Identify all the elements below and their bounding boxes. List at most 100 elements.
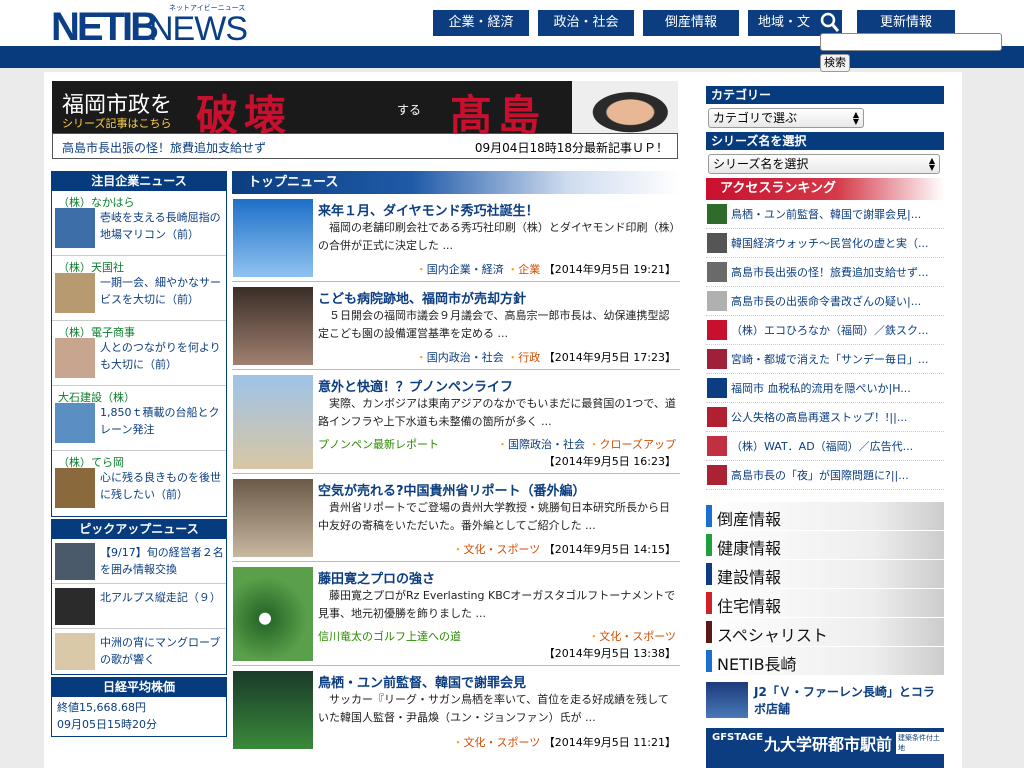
ranking-thumb [707,407,727,427]
ranking-text[interactable]: 福岡市 血税私的流用を隠ぺいか|H... [731,380,911,396]
nikkei-close: 終値15,668.68円 [57,701,146,714]
article-subcategory[interactable]: クローズアップ [600,438,676,451]
nav-region[interactable]: 地域・文 [748,10,820,36]
ranking-text[interactable]: 韓国経済ウォッチ～民営化の虚と実（... [731,235,929,251]
category-select[interactable]: カテゴリで選ぶ ▲ ▼ [708,108,864,128]
company-item[interactable]: （株）なかはら 壱岐を支える長崎屈指の地場マリコン（前） [52,191,226,256]
ranking-list: 鳥栖・ユン前監督、韓国で謝罪会見|... 韓国経済ウォッチ～民営化の虚と実（..… [706,200,944,490]
article-subcategory[interactable]: 行政 [518,351,540,364]
company-text[interactable]: 人とのつながりを何よりも大切に（前） [100,339,224,373]
ranking-thumb [707,349,727,369]
ranking-text[interactable]: 高島市長の出張命令書改ざんの疑い|... [731,293,921,309]
category-link-housing[interactable]: 住宅情報 [706,589,944,618]
pickup-text[interactable]: 【9/17】旬の経営者２名を囲み情報交換 [100,544,224,578]
ranking-item[interactable]: 福岡市 血税私的流用を隠ぺいか|H... [706,374,944,403]
ranking-item[interactable]: 公人失格の高島再選ストップ！!||... [706,403,944,432]
article-thumb[interactable] [233,375,313,469]
ranking-text[interactable]: （株）WAT．AD（福岡）／広告代... [731,438,913,454]
ranking-text[interactable]: 宮崎・都城で消えた「サンデー毎日」... [731,351,929,367]
banner-sub-link[interactable]: 高島市長出張の怪！旅費追加支給せず [62,139,266,156]
category-bar [706,505,712,527]
category-link-nagasaki[interactable]: NETIB長崎 [706,647,944,676]
search-input[interactable] [820,33,1002,51]
ranking-text[interactable]: 高島市長の「夜」が国際問題に?||... [731,467,909,483]
company-text[interactable]: 壱岐を支える長崎屈指の地場マリコン（前） [100,209,224,243]
banner-line2: シリーズ記事はこちら [62,117,172,130]
article-category[interactable]: 国内政治・社会 [427,351,504,364]
ranking-text[interactable]: （株）エコひろなか（福岡）／鉄スク... [731,322,929,338]
article-thumb[interactable] [233,199,313,277]
company-text[interactable]: 心に残る良きものを後世に残したい（前） [100,469,224,503]
article-title[interactable]: 藤田寛之プロの強さ [318,568,435,587]
article-title[interactable]: 意外と快適！？プノンペンライフ [318,376,513,395]
article-series[interactable]: プノンペン最新レポート [318,436,439,452]
gf-stage-ad[interactable]: GFSTAGE 九大学研都市駅前 建築条件付土地 [706,728,944,768]
series-select[interactable]: シリーズ名を選択 ▲ ▼ [708,154,940,174]
company-thumb [55,338,95,378]
article-thumb[interactable] [233,479,313,557]
article-subcategory[interactable]: 文化・スポーツ [464,736,541,749]
ranking-title: アクセスランキング [706,178,944,200]
article-subcategory[interactable]: 企業 [518,263,540,276]
article-date: 【2014年9月5日 16:23】 [543,455,676,468]
feature-banner[interactable]: 福岡市政を シリーズ記事はこちら 破壊 する 髙島 [52,81,678,133]
article-meta: ・文化・スポーツ 【2014年9月5日 11:21】 [452,736,676,749]
article-thumb[interactable] [233,671,313,749]
article-thumb[interactable] [233,567,313,661]
pickup-item[interactable]: 中洲の宵にマングローブの歌が響く [52,629,226,674]
company-item[interactable]: （株）天国社 一期一会、細やかなサービスを大切に（前） [52,256,226,321]
company-item[interactable]: （株）てら岡 心に残る良きものを後世に残したい（前） [52,451,226,516]
ranking-text[interactable]: 高島市長出張の怪！旅費追加支給せず... [731,264,929,280]
category-link-specialist[interactable]: スペシャリスト [706,618,944,647]
ranking-thumb [707,262,727,282]
pickup-title: ピックアップニュース [51,519,227,539]
article-body: 福岡の老舗印刷会社である秀巧社印刷（株）とダイヤモンド印刷（株）の合併が正式に決… [318,221,676,252]
pickup-thumb [55,543,95,580]
category-link-bankruptcy[interactable]: 倒産情報 [706,502,944,531]
nikkei-box: 終値15,668.68円 09月05日15時20分 [51,697,227,737]
banner-subline: 高島市長出張の怪！旅費追加支給せず 09月04日18時18分最新記事ＵＰ！ [52,133,678,159]
news-article: こども病院跡地、福岡市が売却方針 ５日開会の福岡市議会９月議会で、高島宗一郎市長… [232,282,680,370]
company-text[interactable]: 1,850ｔ積載の台船とクレーン発注 [100,404,224,438]
ranking-item[interactable]: 高島市長の出張命令書改ざんの疑い|... [706,287,944,316]
nav-business[interactable]: 企業・経済 [433,10,529,36]
ranking-item[interactable]: 韓国経済ウォッチ～民営化の虚と実（... [706,229,944,258]
category-bar [706,563,712,585]
pickup-text[interactable]: 中洲の宵にマングローブの歌が響く [100,634,224,668]
article-title[interactable]: こども病院跡地、福岡市が売却方針 [318,288,526,307]
company-item[interactable]: （株）電子商事 人とのつながりを何よりも大切に（前） [52,321,226,386]
nav-bankruptcy[interactable]: 倒産情報 [643,10,739,36]
ranking-text[interactable]: 鳥栖・ユン前監督、韓国で謝罪会見|... [731,206,921,222]
pickup-text[interactable]: 北アルプス縦走記（９） [100,589,224,606]
category-link-construction[interactable]: 建設情報 [706,560,944,589]
ranking-text[interactable]: 公人失格の高島再選ストップ！!||... [731,409,907,425]
article-thumb[interactable] [233,287,313,365]
site-logo[interactable]: NETIB NEWS ネットアイビーニュース [51,3,256,47]
pickup-item[interactable]: 北アルプス縦走記（９） [52,584,226,629]
article-title[interactable]: 鳥栖・ユン前監督、韓国で謝罪会見 [318,672,526,691]
pickup-item[interactable]: 【9/17】旬の経営者２名を囲み情報交換 [52,539,226,584]
company-item[interactable]: 大石建設（株） 1,850ｔ積載の台船とクレーン発注 [52,386,226,451]
category-bar [706,592,712,614]
article-category[interactable]: 国際政治・社会 [508,438,585,451]
promo-vvaren[interactable]: J2「Ｖ・ファーレン長崎」とコラボ店舗 [706,680,944,722]
article-category[interactable]: 国内企業・経済 [427,263,504,276]
ranking-item[interactable]: （株）エコひろなか（福岡）／鉄スク... [706,316,944,345]
article-title[interactable]: 来年１月、ダイヤモンド秀巧社誕生！ [318,200,539,219]
ranking-item[interactable]: （株）WAT．AD（福岡）／広告代... [706,432,944,461]
search-button[interactable]: 検索 [820,54,850,72]
article-title[interactable]: 空気が売れる?中国貴州省リポート（番外編） [318,480,586,499]
ranking-item[interactable]: 高島市長の「夜」が国際問題に?||... [706,461,944,490]
ranking-thumb [707,378,727,398]
left-column: 注目企業ニュース （株）なかはら 壱岐を支える長崎屈指の地場マリコン（前） （株… [51,171,227,737]
article-subcategory[interactable]: 文化・スポーツ [599,630,676,643]
ranking-item[interactable]: 高島市長出張の怪！旅費追加支給せず... [706,258,944,287]
ranking-item[interactable]: 鳥栖・ユン前監督、韓国で謝罪会見|... [706,200,944,229]
article-series[interactable]: 信川竜太のゴルフ上達への道 [318,628,461,644]
select-arrows-icon: ▲ ▼ [928,156,935,172]
ranking-item[interactable]: 宮崎・都城で消えた「サンデー毎日」... [706,345,944,374]
company-text[interactable]: 一期一会、細やかなサービスを大切に（前） [100,274,224,308]
nav-politics[interactable]: 政治・社会 [538,10,634,36]
article-subcategory[interactable]: 文化・スポーツ [464,543,541,556]
category-link-health[interactable]: 健康情報 [706,531,944,560]
